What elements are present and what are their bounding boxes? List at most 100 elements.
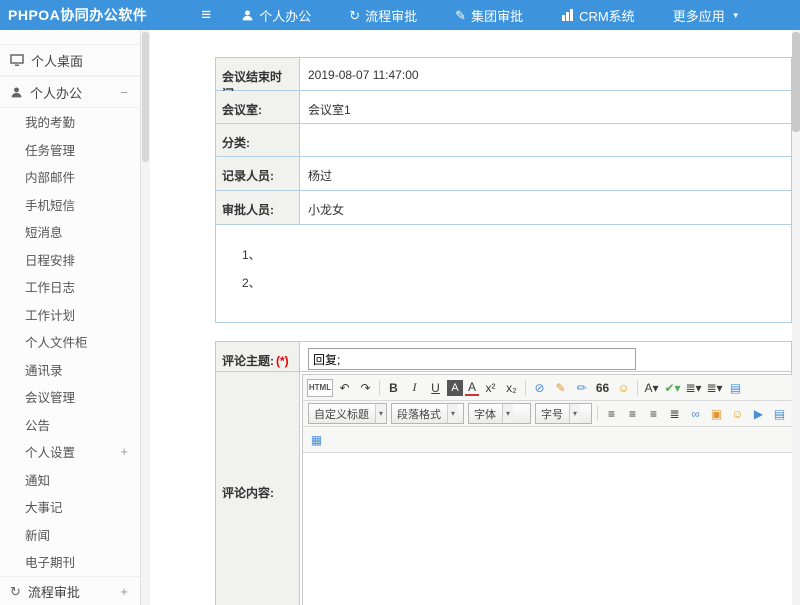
font-size-select[interactable]: 字号 ▾ [535, 403, 592, 424]
link-icon[interactable]: ∞ [686, 404, 705, 423]
bar-chart-icon [561, 9, 574, 21]
sidebar-item-meetings[interactable]: 会议管理 [0, 383, 140, 411]
sidebar: 个人桌面 个人办公 − 我的考勤 任务管理 内部邮件 手机短信 短消息 日程安排… [0, 30, 141, 605]
sidebar-scrollbar[interactable] [141, 30, 150, 605]
editor-toolbar-row2: 自定义标题 ▾ 段落格式 ▾ 字体 ▾ 字号 ▾ [303, 401, 792, 427]
vertical-scrollbar[interactable] [792, 30, 800, 605]
rich-text-editor: HTML ↶ ↷ B I U A A x² x₂ ⊘ ✎ ✏ [302, 374, 792, 605]
sidebar-item-label: 会议管理 [25, 387, 75, 406]
sidebar-item-desktop[interactable]: 个人桌面 [0, 44, 140, 76]
comment-subject-input[interactable] [308, 348, 636, 370]
sidebar-item-label: 内部邮件 [25, 167, 75, 186]
sidebar-item-label: 新闻 [25, 525, 50, 544]
vertical-scrollbar-thumb[interactable] [792, 32, 800, 132]
table-row: 记录人员: 杨过 [216, 157, 791, 191]
align-center-icon[interactable]: ≡ [623, 404, 642, 423]
toolbar-separator [637, 380, 638, 395]
attachment-icon[interactable]: ▤ [770, 404, 789, 423]
sidebar-item-work-plan[interactable]: 工作计划 [0, 301, 140, 329]
nav-workflow-approval[interactable]: ↻ 流程审批 [349, 6, 417, 25]
sidebar-item-notifications[interactable]: 通知 [0, 466, 140, 494]
sidebar-item-contacts[interactable]: 通讯录 [0, 356, 140, 384]
toolbar-separator [597, 406, 598, 421]
nav-label: CRM系统 [579, 6, 635, 25]
main-content: 会议结束时间: 2019-08-07 11:47:00 会议室: 会议室1 分类… [150, 30, 792, 605]
expand-icon[interactable]: + [120, 584, 128, 599]
underline-icon[interactable]: U [426, 378, 445, 397]
emotion-icon[interactable]: ☺ [728, 404, 747, 423]
undo-icon[interactable]: ↶ [335, 378, 354, 397]
sidebar-item-label: 个人文件柜 [25, 332, 88, 351]
nav-group-approval[interactable]: ✎ 集团审批 [455, 6, 523, 25]
editor-content-area[interactable] [303, 453, 792, 605]
video-icon[interactable]: ▶ [749, 404, 768, 423]
field-value: 小龙女 [300, 191, 791, 224]
comment-content-label: 评论内容: [216, 372, 300, 605]
nav-crm-system[interactable]: CRM系统 [561, 6, 635, 25]
nav-label: 集团审批 [471, 6, 523, 25]
nav-personal-office[interactable]: 个人办公 [241, 6, 311, 25]
color-picker-icon[interactable]: A▾ [642, 378, 661, 397]
sidebar-item-events[interactable]: 大事记 [0, 493, 140, 521]
italic-icon[interactable]: I [405, 378, 424, 397]
align-right-icon[interactable]: ≡ [644, 404, 663, 423]
font-color-icon[interactable]: A [465, 380, 479, 396]
sidebar-group-personal-office[interactable]: 个人办公 − [0, 76, 140, 108]
sidebar-item-news[interactable]: 新闻 [0, 521, 140, 549]
emoticon-icon[interactable]: ☺ [614, 378, 633, 397]
subscript-icon[interactable]: x₂ [502, 378, 521, 397]
meeting-minutes-row: 1、 2、 [216, 225, 791, 322]
flow-icon: ↻ [349, 9, 360, 22]
sidebar-item-announcements[interactable]: 公告 [0, 411, 140, 439]
highlight-icon[interactable]: A [447, 380, 463, 396]
bold-icon[interactable]: B [384, 378, 403, 397]
insert-table-icon[interactable]: ▦ [307, 430, 326, 449]
sidebar-item-schedule[interactable]: 日程安排 [0, 246, 140, 274]
image-icon[interactable]: ▣ [707, 404, 726, 423]
sidebar-scrollbar-thumb[interactable] [142, 32, 149, 162]
field-label: 会议结束时间: [216, 58, 300, 90]
comment-form-table: 评论主题:(*) 评论内容: HTML ↶ ↷ B I U [215, 341, 792, 605]
toolbar-separator [525, 380, 526, 395]
sidebar-group-workflow[interactable]: ↻ 流程审批 + [0, 576, 140, 605]
format-brush-icon[interactable]: ✎ [551, 378, 570, 397]
chevron-down-icon: ▾ [375, 404, 386, 423]
field-value [300, 124, 791, 156]
table-row: 会议结束时间: 2019-08-07 11:47:00 [216, 58, 791, 91]
sidebar-item-attendance[interactable]: 我的考勤 [0, 108, 140, 136]
html-source-button[interactable]: HTML [307, 379, 333, 397]
style-select[interactable]: 自定义标题 ▾ [308, 403, 387, 424]
sidebar-item-file-cabinet[interactable]: 个人文件柜 [0, 328, 140, 356]
expand-icon[interactable]: + [120, 444, 128, 459]
sidebar-item-tasks[interactable]: 任务管理 [0, 136, 140, 164]
sidebar-item-short-message[interactable]: 短消息 [0, 218, 140, 246]
paragraph-format-select[interactable]: 段落格式 ▾ [391, 403, 464, 424]
sidebar-item-internal-mail[interactable]: 内部邮件 [0, 163, 140, 191]
sidebar-item-label: 短消息 [25, 222, 63, 241]
spellcheck-icon[interactable]: ✔▾ [663, 378, 682, 397]
align-left-icon[interactable]: ≡ [602, 404, 621, 423]
eraser-icon[interactable]: ⊘ [530, 378, 549, 397]
font-family-select[interactable]: 字体 ▾ [468, 403, 531, 424]
align-justify-icon[interactable]: ≣ [665, 404, 684, 423]
edit-pen-icon[interactable]: ✏ [572, 378, 591, 397]
number-list-icon[interactable]: ≣▾ [705, 378, 724, 397]
app-title: PHPOA协同办公软件 [8, 5, 147, 25]
bullet-list-icon[interactable]: ≣▾ [684, 378, 703, 397]
hamburger-menu-icon[interactable]: ≡ [201, 5, 211, 25]
blockquote-icon[interactable]: 66 [593, 378, 612, 397]
sidebar-item-e-journal[interactable]: 电子期刊 [0, 548, 140, 576]
superscript-icon[interactable]: x² [481, 378, 500, 397]
sidebar-item-label: 个人办公 [30, 83, 82, 102]
minutes-line: 1、 [242, 241, 791, 269]
nav-more-apps[interactable]: 更多应用 ▼ [673, 6, 740, 25]
sidebar-item-label: 流程审批 [28, 582, 80, 601]
sidebar-item-personal-settings[interactable]: 个人设置 + [0, 438, 140, 466]
sidebar-item-work-log[interactable]: 工作日志 [0, 273, 140, 301]
redo-icon[interactable]: ↷ [356, 378, 375, 397]
sidebar-item-sms[interactable]: 手机短信 [0, 191, 140, 219]
edit-square-icon: ✎ [455, 9, 466, 22]
collapse-icon[interactable]: − [120, 85, 128, 100]
template-icon[interactable]: ▤ [726, 378, 745, 397]
editor-toolbar-row3: ▦ [303, 427, 792, 453]
